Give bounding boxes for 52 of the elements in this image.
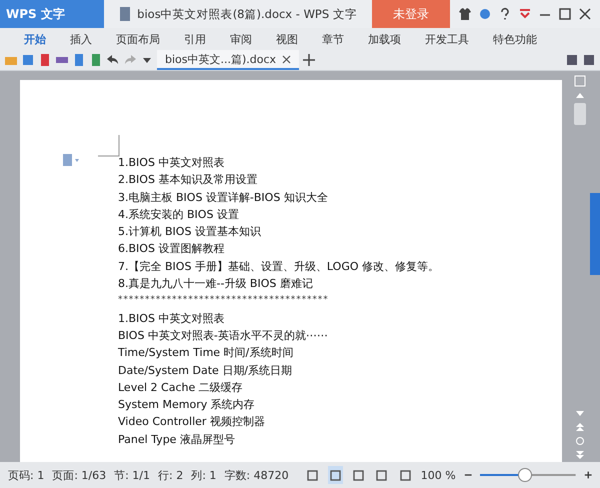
plus-icon[interactable]: [302, 53, 316, 67]
zoom-in-icon[interactable]: [584, 470, 592, 480]
ribbon-tab[interactable]: 特色功能: [481, 28, 549, 50]
view-mode-button[interactable]: [328, 466, 344, 484]
close-icon[interactable]: [578, 7, 592, 21]
document-text-line: 8.真是九九八十一难--升级 BIOS 磨难记: [118, 276, 314, 292]
document-text-line: 5.计算机 BIOS 设置基本知识: [118, 224, 262, 240]
document-text-line: BIOS 中英文对照表-英语水平不灵的就⋯⋯: [118, 328, 329, 344]
ribbon-tab[interactable]: 开始: [12, 28, 58, 50]
document-text-line: Panel Type 液晶屏型号: [118, 432, 236, 448]
close-icon[interactable]: [282, 54, 292, 64]
document-icon: [119, 7, 132, 21]
document-text-line: 7.【完全 BIOS 手册】基础、设置、升级、LOGO 修改、修复等。: [118, 258, 440, 275]
status-text: 行: 2: [158, 468, 184, 482]
document-text-line: 4.系统安装的 BIOS 设置: [118, 206, 240, 223]
document-text-line: Video Controller 视频控制器: [118, 414, 266, 430]
chevron-down-icon[interactable]: [518, 7, 532, 21]
document-text-line: Date/System Date 日期/系统日期: [118, 362, 294, 379]
document-text-line: ***************************************: [118, 294, 330, 308]
document-text-line: 1.BIOS 中英文对照表: [118, 155, 226, 171]
document-tab[interactable]: bios中英文...篇).docx: [157, 50, 300, 70]
document-text-line: 3.电脑主板 BIOS 设置详解-BIOS 知识大全: [118, 190, 329, 206]
ribbon-tab[interactable]: 插入: [58, 28, 104, 50]
shirt-icon[interactable]: [458, 7, 472, 21]
ribbon-tab[interactable]: 审阅: [218, 28, 264, 50]
ribbon-tab[interactable]: 开发工具: [413, 28, 481, 50]
document-icon[interactable]: [62, 154, 80, 166]
document-text-line: Level 2 Cache 二级缓存: [118, 380, 244, 396]
ribbon-tab[interactable]: 页面布局: [104, 28, 172, 50]
app-menu-button[interactable]: WPS 文字: [0, 0, 104, 28]
window-title: bios中英文对照表(8篇).docx - WPS 文字: [137, 6, 357, 22]
margin-corner-mark: [98, 135, 120, 157]
document-text-line: 2.BIOS 基本知识及常用设置: [118, 172, 258, 188]
status-text: 字数: 48720: [224, 468, 289, 482]
document-text-line: 6.BIOS 设置图解教程: [118, 241, 226, 258]
document-text-line: System Memory 系统内存: [118, 397, 256, 414]
maximize-icon[interactable]: [558, 7, 572, 21]
ribbon-tab[interactable]: 章节: [310, 28, 356, 50]
ribbon-tab[interactable]: 引用: [172, 28, 218, 50]
status-text: 页面: 1/63: [52, 468, 106, 482]
ribbon-tab[interactable]: 视图: [264, 28, 310, 50]
document-text-line: 1.BIOS 中英文对照表: [118, 310, 226, 327]
status-text: 列: 1: [191, 468, 216, 482]
zoom-percentage: 100 %: [420, 468, 456, 482]
document-text-line: Time/System Time 时间/系统时间: [118, 345, 294, 362]
sidebar-toggle-icon[interactable]: [574, 75, 586, 87]
status-text: 页码: 1: [8, 468, 44, 482]
status-text: 节: 1/1: [114, 468, 150, 482]
ribbon-tab[interactable]: 加载项: [356, 28, 413, 50]
help-icon[interactable]: [498, 7, 512, 21]
scrollbar-thumb[interactable]: [574, 103, 586, 125]
zoom-slider-thumb[interactable]: [518, 468, 532, 482]
